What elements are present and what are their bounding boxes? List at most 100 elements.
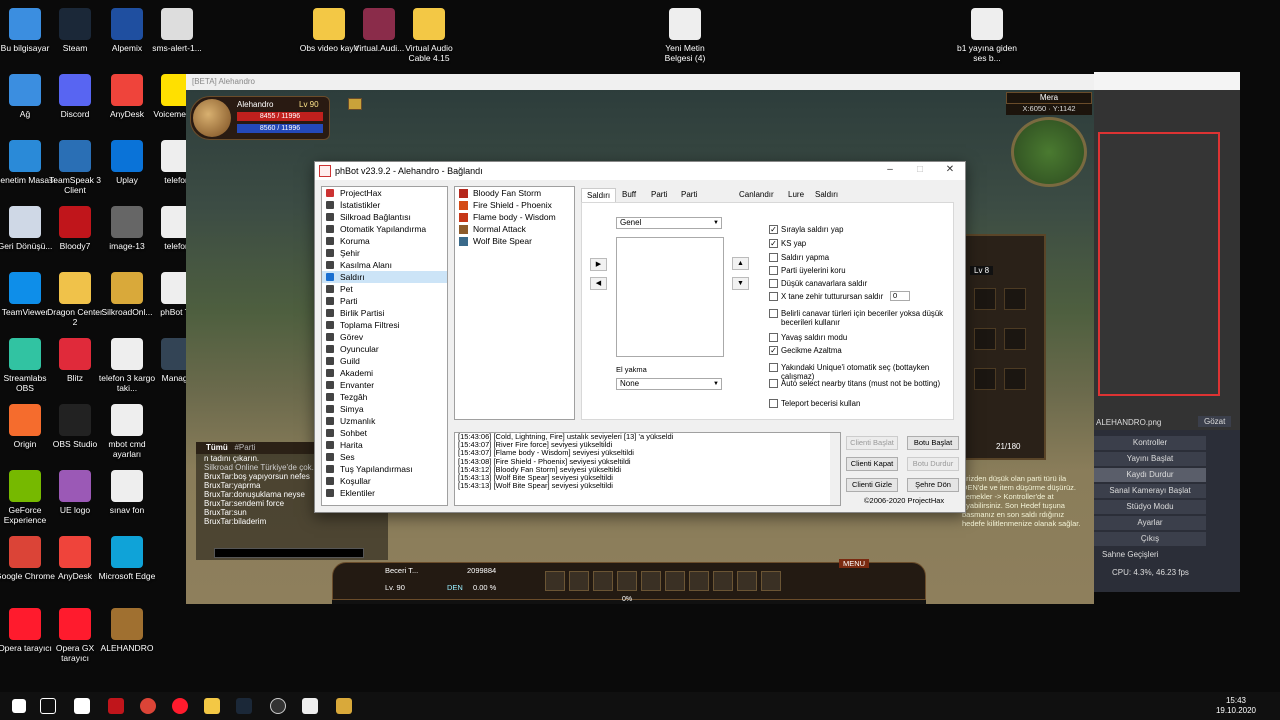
skill-item[interactable]: Wolf Bite Spear — [455, 235, 574, 247]
nav-item[interactable]: Guild — [322, 355, 447, 367]
nav-item[interactable]: Otomatik Yapılandırma — [322, 223, 447, 235]
phbot-taskbar-icon[interactable] — [302, 698, 318, 714]
skill-item[interactable]: Flame body - Wisdom — [455, 211, 574, 223]
client-hide-button[interactable]: Clienti Gizle — [846, 478, 898, 492]
nav-item[interactable]: Tezgâh — [322, 391, 447, 403]
group-select[interactable]: Genel ▼ — [616, 217, 722, 229]
desktop-icon[interactable]: b1 yayına giden ses b... — [956, 8, 1018, 63]
tab-buff[interactable]: Buff — [617, 188, 641, 202]
hotbar-slot[interactable] — [569, 571, 589, 591]
minimize-icon[interactable]: – — [875, 164, 905, 175]
silkroad-icon[interactable] — [336, 698, 352, 714]
checkbox-checked-icon[interactable]: ✓ — [769, 346, 778, 355]
windows-start-icon[interactable] — [12, 699, 26, 713]
option-checkbox[interactable]: ✓ Gecikme Azaltma — [769, 346, 949, 355]
nav-item[interactable]: ProjectHax — [322, 187, 447, 199]
tab-party-settings[interactable]: Parti Ayarları — [676, 188, 713, 213]
clock[interactable]: 15:43 19.10.2020 — [1216, 696, 1256, 716]
bloody-icon[interactable] — [108, 698, 124, 714]
nav-item[interactable]: Pet — [322, 283, 447, 295]
checkbox-empty-icon[interactable] — [769, 309, 778, 318]
option-checkbox[interactable]: Belirli canavar türleri için beceriler y… — [769, 309, 949, 327]
option-checkbox[interactable]: Parti üyelerini koru — [769, 266, 949, 275]
skill-slot[interactable] — [974, 328, 996, 350]
skill-item[interactable]: Fire Shield - Phoenix — [455, 199, 574, 211]
nav-item[interactable]: Birlik Partisi — [322, 307, 447, 319]
hotbar-slot[interactable] — [761, 571, 781, 591]
opera-icon[interactable] — [172, 698, 188, 714]
close-icon[interactable]: ✕ — [935, 164, 965, 175]
option-checkbox[interactable]: Düşük canavarlara saldır — [769, 279, 949, 288]
poison-count-input[interactable]: 0 — [890, 291, 910, 301]
chat-tab-party[interactable]: #Parti — [234, 443, 255, 452]
nav-item[interactable]: Tuş Yapılandırması — [322, 463, 447, 475]
tab-attack[interactable]: Saldırı — [581, 188, 617, 202]
desktop-icon[interactable]: Yeni Metin Belgesi (4) — [654, 8, 716, 63]
checkbox-empty-icon[interactable] — [769, 266, 778, 275]
nav-item[interactable]: Şehir — [322, 247, 447, 259]
hotbar-slot[interactable] — [689, 571, 709, 591]
option-checkbox[interactable]: Saldırı yapma — [769, 253, 949, 262]
desktop-icon[interactable]: mbot cmd ayarları — [96, 404, 158, 459]
chrome-icon[interactable] — [140, 698, 156, 714]
menu-button[interactable]: MENU — [839, 559, 870, 568]
skill-slot[interactable] — [974, 368, 996, 390]
nav-item[interactable]: Koşullar — [322, 475, 447, 487]
checkbox-empty-icon[interactable] — [769, 379, 778, 388]
skill-slot[interactable] — [1004, 288, 1026, 310]
town-return-button[interactable]: Şehre Dön — [907, 478, 959, 492]
option-checkbox[interactable]: ✓ KS yap — [769, 239, 949, 248]
obs-window[interactable]: ALEHANDRO.png Gözat Kontroller Yayını Ba… — [1094, 72, 1240, 592]
hotbar-slot[interactable] — [713, 571, 733, 591]
option-checkbox[interactable]: ✓ Sırayla saldırı yap — [769, 225, 949, 234]
nav-item[interactable]: Uzmanlık — [322, 415, 447, 427]
chat-tab-all[interactable]: Tümü — [206, 443, 228, 452]
nav-item[interactable]: Simya — [322, 403, 447, 415]
task-view-icon[interactable] — [40, 698, 56, 714]
obs-controls[interactable]: Kontroller — [1094, 436, 1206, 450]
app-icon[interactable] — [74, 698, 90, 714]
nav-item[interactable]: Envanter — [322, 379, 447, 391]
tab-attack-log[interactable]: Saldırı Kaydı — [810, 188, 843, 213]
desktop-icon[interactable]: Virtual Audio Cable 4.15 — [398, 8, 460, 63]
option-checkbox[interactable]: X tane zehir tutturursan saldır — [769, 292, 889, 301]
bot-start-button[interactable]: Botu Başlat — [907, 436, 959, 450]
log-scrollbar[interactable] — [830, 433, 840, 505]
option-checkbox[interactable]: Auto select nearby titans (must not be b… — [769, 379, 949, 388]
option-checkbox[interactable]: Yavaş saldırı modu — [769, 333, 949, 342]
bot-stop-button[interactable]: Botu Durdur — [907, 457, 959, 471]
nav-item[interactable]: Ses — [322, 451, 447, 463]
desktop-icon[interactable]: Microsoft Edge — [96, 536, 158, 581]
tab-lure[interactable]: Lure — [783, 188, 809, 202]
remove-skill-button[interactable]: ◀ — [590, 277, 607, 290]
chat-input[interactable] — [214, 548, 364, 558]
minimap-circle[interactable] — [1011, 117, 1087, 187]
checkbox-empty-icon[interactable] — [769, 399, 778, 408]
client-close-button[interactable]: Clienti Kapat — [846, 457, 898, 471]
add-skill-button[interactable]: ▶ — [590, 258, 607, 271]
checkbox-empty-icon[interactable] — [769, 253, 778, 262]
skill-item[interactable]: Bloody Fan Storm — [455, 187, 574, 199]
skill-slot[interactable] — [1004, 368, 1026, 390]
obs-icon[interactable] — [270, 698, 286, 714]
nav-item[interactable]: Sohbet — [322, 427, 447, 439]
obs-exit-button[interactable]: Çıkış — [1094, 532, 1206, 546]
obs-virtual-cam-button[interactable]: Sanal Kamerayı Başlat — [1094, 484, 1206, 498]
obs-stop-recording-button[interactable]: Kaydı Durdur — [1094, 468, 1206, 482]
skill-slot[interactable] — [1004, 328, 1026, 350]
obs-scene-transitions[interactable]: Sahne Geçişleri — [1094, 548, 1206, 562]
nav-item[interactable]: Eklentiler — [322, 487, 447, 499]
steam-icon[interactable] — [236, 698, 252, 714]
minimap[interactable]: Mera X:6050 · Y:1142 — [1006, 92, 1092, 188]
move-up-button[interactable]: ▲ — [732, 257, 749, 270]
nav-item[interactable]: Harita — [322, 439, 447, 451]
client-start-button[interactable]: Clienti Başlat — [846, 436, 898, 450]
nav-item[interactable]: Parti — [322, 295, 447, 307]
obs-titlebar[interactable] — [1094, 72, 1240, 90]
desktop-icon[interactable]: sms-alert-1... — [146, 8, 208, 53]
tab-resurrect[interactable]: Canlandır — [734, 188, 779, 202]
phbot-window[interactable]: phBot v23.9.2 - Alehandro - Bağlandı – □… — [314, 161, 966, 513]
desktop-icon[interactable]: ALEHANDRO — [96, 608, 158, 653]
skill-item[interactable]: Normal Attack — [455, 223, 574, 235]
obs-browse-button[interactable]: Gözat — [1198, 416, 1232, 427]
